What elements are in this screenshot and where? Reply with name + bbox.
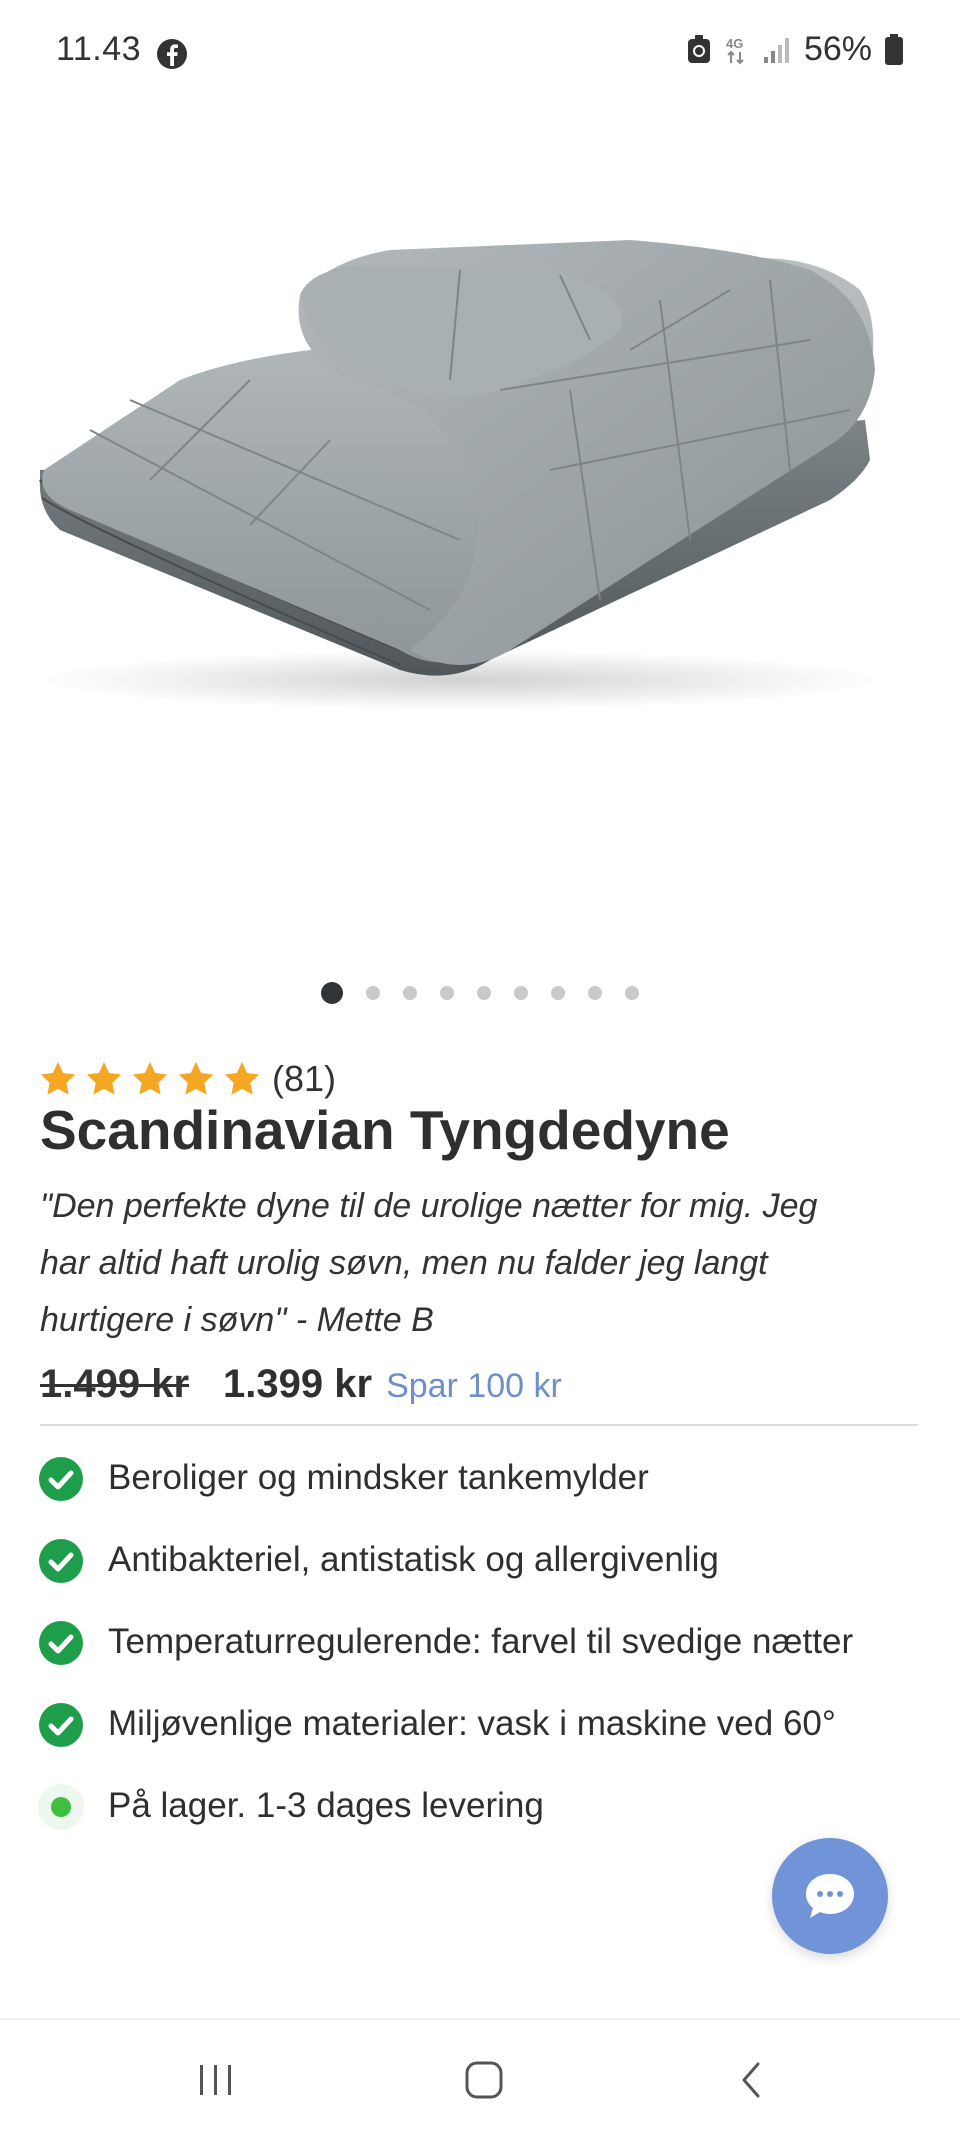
back-button[interactable] — [722, 2050, 782, 2110]
star-icon — [86, 1062, 122, 1095]
carousel-dot[interactable] — [477, 986, 491, 1000]
carousel-dot[interactable] — [551, 986, 565, 1000]
signal-icon — [763, 37, 789, 63]
home-icon — [465, 2061, 503, 2099]
network-4g-icon: 4G — [726, 36, 744, 64]
feature-text: Temperaturregulerende: farvel til svedig… — [108, 1622, 854, 1661]
status-icons: 4G 56% — [686, 30, 904, 69]
battery-saver-icon — [687, 34, 710, 63]
carousel-dot[interactable] — [403, 986, 417, 1000]
chat-bubble-icon — [806, 1874, 854, 1918]
partially-visible-link[interactable] — [40, 2010, 560, 2018]
recent-apps-icon — [200, 2065, 231, 2095]
stock-text: På lager. 1-3 dages levering — [108, 1786, 544, 1825]
weighted-blanket-image[interactable] — [30, 180, 910, 720]
feature-item: Antibakteriel, antistatisk og allergiven… — [38, 1530, 918, 1590]
feature-item: Beroliger og mindsker tankemylder — [38, 1448, 918, 1508]
recent-apps-button[interactable] — [186, 2050, 246, 2110]
star-icon — [224, 1062, 260, 1095]
rating-count[interactable]: (81) — [272, 1058, 336, 1100]
star-icon — [132, 1062, 168, 1095]
status-bar: 11.43 4G 56% — [0, 0, 960, 104]
in-stock-indicator-icon — [38, 1784, 84, 1830]
carousel-dot[interactable] — [366, 986, 380, 1000]
in-stock-dot — [51, 1797, 71, 1817]
feature-text: Antibakteriel, antistatisk og allergiven… — [108, 1540, 719, 1579]
system-nav-bar — [0, 2018, 960, 2135]
quote-line: "Den perfekte dyne til de urolige nætter… — [40, 1187, 818, 1225]
home-button[interactable] — [454, 2050, 514, 2110]
quote-line: har altid haft urolig søvn, men nu falde… — [40, 1244, 768, 1282]
savings-label: Spar 100 kr — [386, 1367, 562, 1405]
battery-percent: 56% — [803, 30, 872, 68]
carousel-dot[interactable] — [625, 986, 639, 1000]
feature-list: Beroliger og mindsker tankemylder Antiba… — [38, 1448, 918, 1858]
feature-item: Temperaturregulerende: farvel til svedig… — [38, 1612, 918, 1672]
carousel-dot[interactable] — [440, 986, 454, 1000]
carousel-dot[interactable] — [514, 986, 528, 1000]
battery-icon — [885, 33, 903, 65]
feature-item: Miljøvenlige materialer: vask i maskine … — [38, 1694, 918, 1754]
image-carousel-indicator[interactable] — [0, 982, 960, 1004]
product-rating[interactable]: (81) — [38, 1058, 336, 1100]
star-icon — [178, 1062, 214, 1095]
svg-text:4G: 4G — [726, 36, 743, 51]
star-icon — [40, 1062, 76, 1095]
facebook-icon — [157, 39, 187, 69]
status-time: 11.43 — [56, 30, 142, 68]
check-circle-icon — [39, 1703, 83, 1747]
check-circle-icon — [39, 1539, 83, 1583]
product-title: Scandinavian Tyngdedyne — [40, 1099, 730, 1161]
feature-text: Miljøvenlige materialer: vask i maskine … — [108, 1704, 836, 1743]
carousel-dot[interactable] — [321, 982, 343, 1004]
quote-line: hurtigere i søvn" - Mette B — [40, 1301, 434, 1339]
check-circle-icon — [39, 1621, 83, 1665]
check-circle-icon — [39, 1457, 83, 1501]
sale-price: 1.399 kr — [223, 1362, 373, 1406]
customer-quote: "Den perfekte dyne til de urolige nætter… — [40, 1178, 920, 1349]
divider — [40, 1424, 918, 1426]
chat-button[interactable] — [772, 1838, 888, 1954]
stock-status: På lager. 1-3 dages levering — [38, 1776, 918, 1836]
feature-text: Beroliger og mindsker tankemylder — [108, 1458, 649, 1497]
carousel-dot[interactable] — [588, 986, 602, 1000]
original-price: 1.499 kr — [40, 1362, 190, 1406]
back-icon — [742, 2062, 760, 2098]
price-row: 1.499 kr 1.399 kr Spar 100 kr — [40, 1362, 562, 1407]
